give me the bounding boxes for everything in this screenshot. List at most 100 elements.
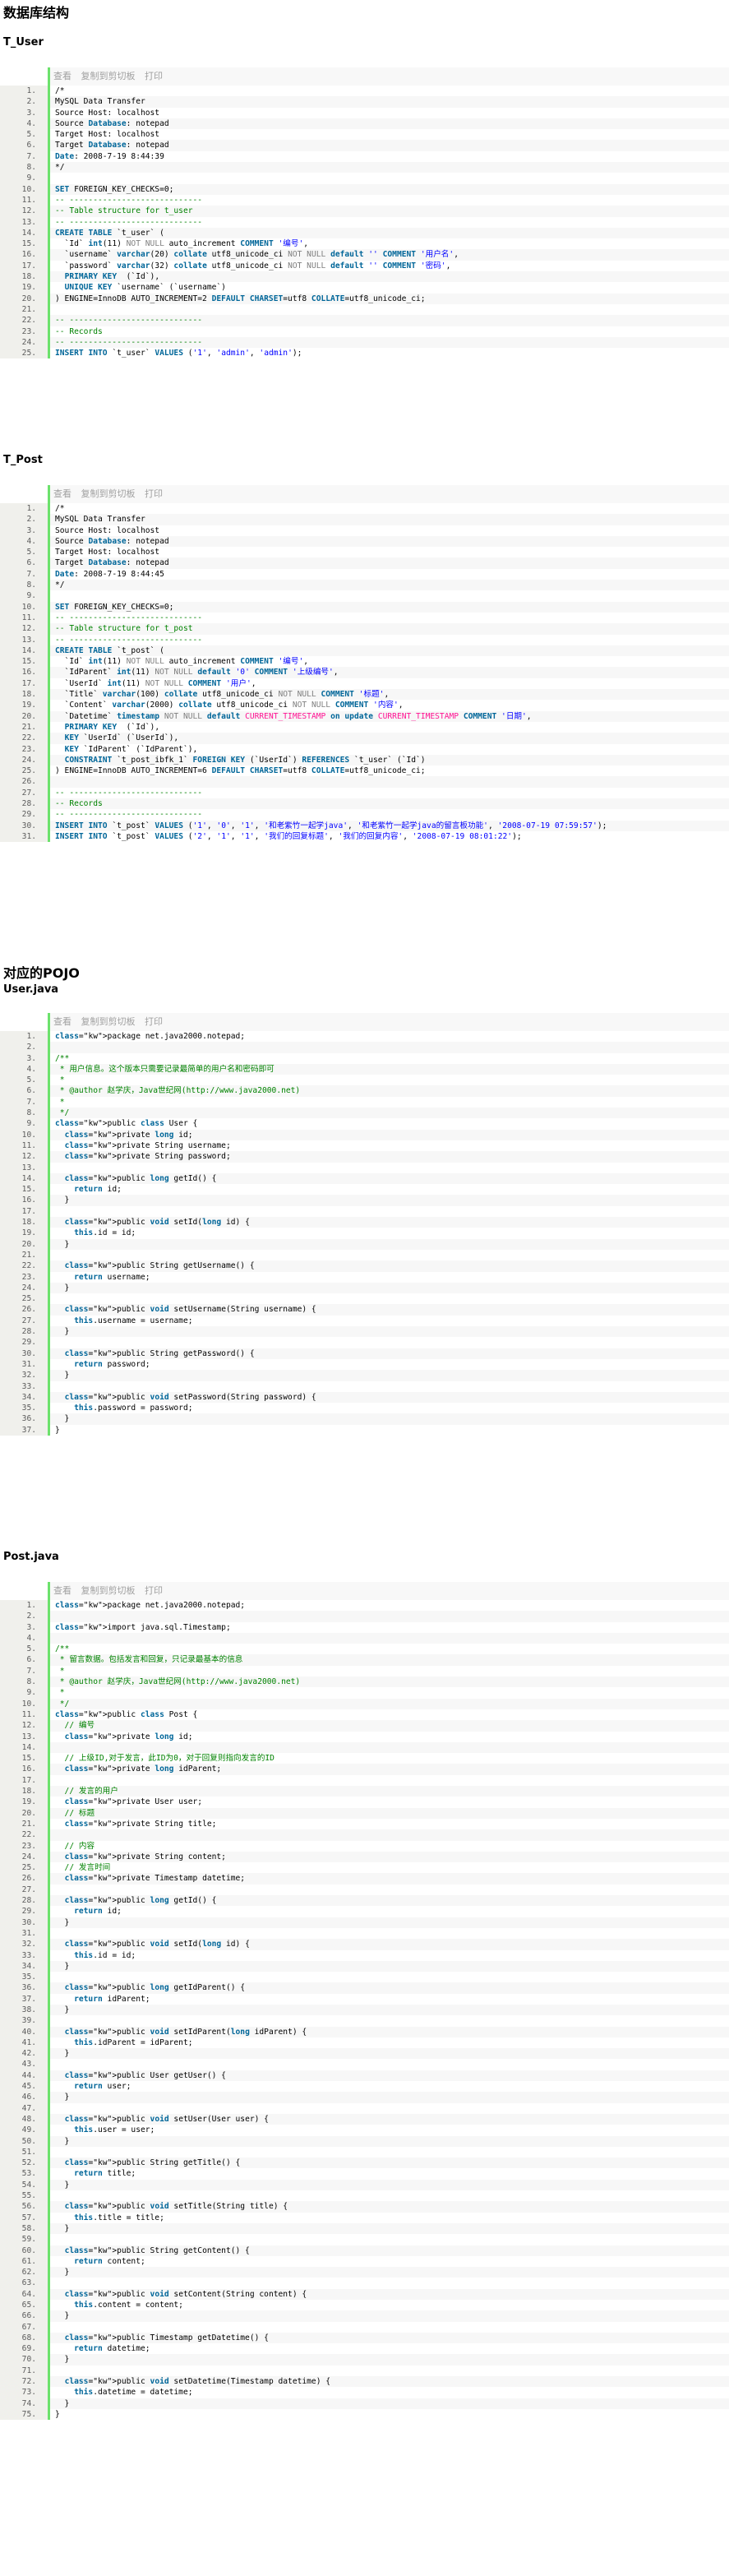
- line-number: 1.: [0, 86, 48, 97]
- code-line: 5./**: [0, 1644, 729, 1655]
- code-text: */: [48, 1108, 729, 1119]
- code-text: PRIMARY KEY (`Id`),: [48, 271, 729, 283]
- code-block-user-java: 查看 复制到剪切板 打印 1. class="kw">package net.ja…: [0, 1013, 729, 1436]
- line-number: 3.: [0, 107, 48, 118]
- code-line: 19. this.id = id;: [0, 1228, 729, 1239]
- code-line: 4.: [0, 1632, 729, 1644]
- code-line: 8. */: [0, 162, 729, 173]
- code-line: 5. *: [0, 1075, 729, 1086]
- code-text: class="kw">public void setDatetime(Times…: [48, 2376, 729, 2388]
- line-number: 53.: [0, 2168, 48, 2180]
- code-line: 73. this.datetime = datetime;: [0, 2387, 729, 2398]
- line-number: 40.: [0, 2026, 48, 2037]
- line-number: 41.: [0, 2037, 48, 2049]
- code-line: 11. -- ----------------------------: [0, 612, 729, 624]
- code-line: 36. class="kw">public long getIdParent()…: [0, 1982, 729, 1994]
- code-toolbar: 查看 复制到剪切板 打印: [48, 485, 729, 503]
- code-text: this.password = password;: [48, 1403, 729, 1414]
- code-line: 13. class="kw">private long id;: [0, 1731, 729, 1742]
- copy-to-clipboard-link[interactable]: 复制到剪切板: [81, 1016, 136, 1027]
- line-number: 24.: [0, 754, 48, 766]
- code-line: 12. // 编号: [0, 1720, 729, 1732]
- line-number: 26.: [0, 776, 48, 788]
- code-line: 22. KEY `UserId` (`UserId`),: [0, 733, 729, 744]
- code-text: class="kw">public long getIdParent() {: [48, 1982, 729, 1994]
- code-text: UNIQUE KEY `username` (`username`): [48, 282, 729, 294]
- print-link[interactable]: 打印: [145, 488, 163, 499]
- line-number: 31.: [0, 830, 48, 843]
- line-number: 10.: [0, 601, 48, 613]
- code-line: 8. */: [0, 580, 729, 591]
- code-text: ) ENGINE=InnoDB AUTO_INCREMENT=2 DEFAULT…: [48, 293, 729, 304]
- code-text: [48, 1774, 729, 1787]
- code-text: // 编号: [48, 1720, 729, 1732]
- line-number: 17.: [0, 260, 48, 272]
- code-text: class="kw">public void setId(long id) {: [48, 1939, 729, 1950]
- line-number: 16.: [0, 249, 48, 261]
- code-line: 45. return user;: [0, 2081, 729, 2093]
- view-source-link[interactable]: 查看: [53, 71, 72, 81]
- code-line: 16. `username` varchar(20) collate utf8_…: [0, 249, 729, 261]
- code-line: 19. UNIQUE KEY `username` (`username`): [0, 282, 729, 294]
- line-number: 4.: [0, 1632, 48, 1644]
- code-line: 21. PRIMARY KEY (`Id`),: [0, 721, 729, 733]
- code-line: 37. return idParent;: [0, 1993, 729, 2005]
- code-line: 23. return username;: [0, 1271, 729, 1283]
- code-line: 7. *: [0, 1096, 729, 1108]
- code-line: 29. -- ----------------------------: [0, 809, 729, 821]
- code-text: class="kw">package net.java2000.notepad;: [48, 1600, 729, 1612]
- code-text: -- ----------------------------: [48, 634, 729, 645]
- code-text: // 发言的用户: [48, 1786, 729, 1797]
- code-line: 64. class="kw">public void setContent(St…: [0, 2288, 729, 2300]
- line-number: 12.: [0, 1720, 48, 1732]
- code-text: }: [48, 1917, 729, 1928]
- copy-to-clipboard-link[interactable]: 复制到剪切板: [81, 488, 136, 499]
- view-source-link[interactable]: 查看: [53, 1585, 72, 1596]
- code-text: this.user = user;: [48, 2125, 729, 2136]
- line-number: 13.: [0, 1731, 48, 1742]
- code-toolbar: 查看 复制到剪切板 打印: [48, 67, 729, 86]
- copy-to-clipboard-link[interactable]: 复制到剪切板: [81, 71, 136, 81]
- code-text: }: [48, 1960, 729, 1972]
- code-block-t-user: 查看 复制到剪切板 打印 1./* 2. MySQL Data Transfer 3.…: [0, 67, 729, 359]
- code-text: }: [48, 1326, 729, 1338]
- code-line: 26.: [0, 776, 729, 788]
- print-link[interactable]: 打印: [145, 1016, 163, 1027]
- code-line: 16. `IdParent` int(11) NOT NULL default …: [0, 667, 729, 678]
- code-text: class="kw">private long id;: [48, 1129, 729, 1140]
- code-text: [48, 1884, 729, 1896]
- line-number: 69.: [0, 2343, 48, 2355]
- line-number: 32.: [0, 1939, 48, 1950]
- code-text: class="kw">package net.java2000.notepad;: [48, 1031, 729, 1043]
- code-text: class="kw">public void setId(long id) {: [48, 1217, 729, 1228]
- code-text: class="kw">public class Post {: [48, 1709, 729, 1721]
- print-link[interactable]: 打印: [145, 1585, 163, 1596]
- code-line: 10. SET FOREIGN_KEY_CHECKS=0;: [0, 183, 729, 195]
- view-source-link[interactable]: 查看: [53, 1016, 72, 1027]
- view-source-link[interactable]: 查看: [53, 488, 72, 499]
- line-number: 11.: [0, 194, 48, 206]
- print-link[interactable]: 打印: [145, 71, 163, 81]
- code-text: }: [48, 1282, 729, 1294]
- line-number: 31.: [0, 1927, 48, 1940]
- line-number: 8.: [0, 162, 48, 173]
- line-number: 13.: [0, 1162, 48, 1173]
- code-text: class="kw">public void setIdParent(long …: [48, 2026, 729, 2037]
- code-line: 52. class="kw">public String getTitle() …: [0, 2157, 729, 2169]
- code-text: MySQL Data Transfer: [48, 514, 729, 525]
- code-block-post-java: 查看 复制到剪切板 打印 1. class="kw">package net.ja…: [0, 1582, 729, 2421]
- code-text: class="kw">public String getTitle() {: [48, 2157, 729, 2169]
- code-line: 2.: [0, 1042, 729, 1053]
- code-text: [48, 1042, 729, 1053]
- code-text: INSERT INTO `t_post` VALUES ('2', '1', '…: [48, 830, 729, 843]
- line-number: 43.: [0, 2059, 48, 2070]
- code-text: `Id` int(11) NOT NULL auto_increment COM…: [48, 238, 729, 250]
- line-number: 70.: [0, 2354, 48, 2366]
- code-line: 20. // 标题: [0, 1807, 729, 1819]
- copy-to-clipboard-link[interactable]: 复制到剪切板: [81, 1585, 136, 1596]
- line-number: 33.: [0, 1380, 48, 1392]
- code-text: KEY `UserId` (`UserId`),: [48, 733, 729, 744]
- code-line: 27. -- ----------------------------: [0, 787, 729, 799]
- line-number: 7.: [0, 1665, 48, 1677]
- code-line: 5. Target Host: localhost: [0, 129, 729, 141]
